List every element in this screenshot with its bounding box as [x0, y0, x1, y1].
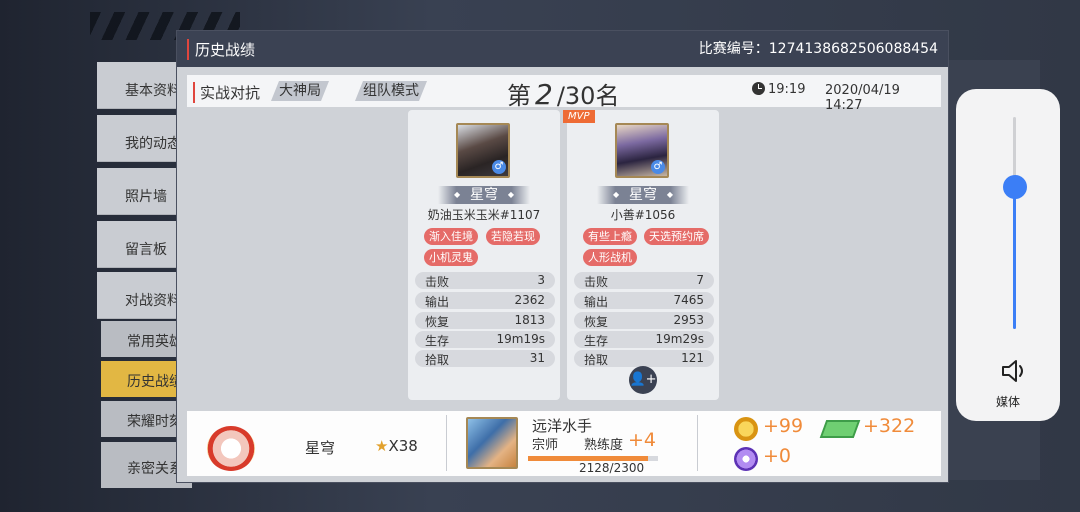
- proficiency-gain: +4: [628, 429, 657, 451]
- player-avatar[interactable]: ♂: [615, 123, 669, 178]
- dialog-header: 历史战绩 比赛编号：1274138682506088454: [177, 31, 948, 67]
- rank-prefix: 第: [507, 82, 531, 110]
- stat-row: 生存 19m29s: [574, 331, 714, 348]
- ticket-reward: +322: [863, 415, 916, 437]
- player-avatar[interactable]: ♂: [456, 123, 510, 178]
- stat-value: 7: [696, 273, 704, 287]
- gold-reward: +99: [763, 415, 804, 437]
- stat-value: 19m29s: [655, 332, 704, 346]
- mode-label: 实战对抗: [193, 82, 260, 103]
- stat-row: 恢复 2953: [574, 312, 714, 329]
- achievement-badge: 有些上瘾: [583, 228, 637, 245]
- stat-row: 输出 7465: [574, 292, 714, 309]
- orb-icon: [734, 447, 758, 471]
- rank-display: 第 2/30名: [507, 76, 619, 111]
- volume-slider-fill: [1013, 186, 1016, 329]
- stat-row: 输出 2362: [415, 292, 555, 309]
- stat-row: 击败 3: [415, 272, 555, 289]
- achievement-badge: 人形战机: [583, 249, 637, 266]
- player-name: 小善#1056: [610, 208, 676, 222]
- divider: [697, 415, 698, 471]
- hero-level: 宗师: [532, 438, 559, 453]
- stat-value: 3: [537, 273, 545, 287]
- match-id: 比赛编号：1274138682506088454: [698, 41, 938, 57]
- stat-value: 1813: [514, 313, 545, 327]
- stat-value: 121: [681, 351, 704, 365]
- volume-label: 媒体: [995, 395, 1020, 409]
- tag-master-match: 大神局: [271, 81, 329, 101]
- stat-key: 生存: [425, 334, 450, 348]
- stat-key: 输出: [425, 295, 450, 309]
- player-card-2[interactable]: ♂ 星穹 小善#1056 有些上瘾 天选预约席 人形战机 击败7 输出7465 …: [567, 110, 719, 400]
- duration-value: 19:19: [768, 82, 806, 97]
- divider: [446, 415, 447, 471]
- stat-row: 生存 19m19s: [415, 331, 555, 348]
- dialog-title: 历史战绩: [187, 39, 255, 60]
- stat-value: 2362: [514, 293, 545, 307]
- hero-portrait[interactable]: [466, 417, 518, 469]
- star-icon: ★: [375, 437, 389, 455]
- achievement-badge: 小机灵鬼: [424, 249, 478, 266]
- rank-title-badge: 星穹: [438, 186, 530, 204]
- male-icon: ♂: [651, 160, 665, 174]
- hero-name: 远洋水手: [532, 417, 593, 435]
- ticket-icon: [819, 420, 861, 438]
- stat-value: 19m19s: [496, 332, 545, 346]
- player-card-1[interactable]: ♂ 星穹 奶油玉米玉米#1107 渐入佳境 若隐若现 小机灵鬼 击败 3 输出 23…: [408, 110, 560, 400]
- add-friend-icon[interactable]: 👤+: [629, 366, 657, 394]
- reward-summary: 星穹 ★X38 远洋水手 宗师 熟练度 +4 2128/2300 +99 +32…: [187, 411, 941, 476]
- volume-slider-knob[interactable]: [1003, 174, 1027, 199]
- stat-value: 2953: [673, 313, 704, 327]
- star-count: ★X38: [375, 437, 418, 455]
- stat-key: 恢复: [425, 315, 450, 329]
- stat-key: 生存: [584, 334, 609, 348]
- gold-coin-icon: [734, 417, 758, 441]
- achievement-badge: 天选预约席: [644, 228, 709, 245]
- rank-emblem-icon: [207, 426, 255, 471]
- stat-key: 击败: [425, 275, 450, 289]
- stat-row: 拾取 31: [415, 350, 555, 367]
- proficiency-label: 熟练度: [584, 438, 624, 453]
- match-duration: 19:19: [752, 82, 805, 97]
- proficiency-count: 2128/2300: [579, 461, 645, 475]
- speaker-icon[interactable]: [1000, 359, 1030, 383]
- stat-row: 击败 7: [574, 272, 714, 289]
- rank-suffix: /30名: [556, 82, 620, 110]
- stat-key: 拾取: [425, 353, 450, 367]
- male-icon: ♂: [492, 160, 506, 174]
- match-datetime: 2020/04/19 14:27: [825, 83, 900, 113]
- star-count-value: X38: [388, 437, 418, 455]
- match-history-dialog: 历史战绩 比赛编号：1274138682506088454 实战对抗 大神局 组…: [176, 30, 949, 483]
- stat-key: 恢复: [584, 315, 609, 329]
- clock-icon: [752, 82, 765, 95]
- achievement-badge: 若隐若现: [486, 228, 540, 245]
- stat-key: 拾取: [584, 353, 609, 367]
- orb-reward: +0: [763, 445, 792, 467]
- achievement-badge: 渐入佳境: [424, 228, 478, 245]
- stat-row: 拾取 121: [574, 350, 714, 367]
- player-name: 奶油玉米玉米#1107: [427, 208, 541, 222]
- rank-title-badge: 星穹: [597, 186, 689, 204]
- stat-value: 31: [529, 351, 545, 365]
- tag-team-mode: 组队模式: [355, 81, 427, 101]
- stat-value: 7465: [673, 293, 704, 307]
- stat-row: 恢复 1813: [415, 312, 555, 329]
- mvp-badge: MVP: [563, 110, 595, 123]
- match-info-bar: 实战对抗 大神局 组队模式 第 2/30名 19:19 2020/04/19 14…: [187, 75, 941, 113]
- rank-number: 2: [535, 78, 553, 111]
- stat-key: 输出: [584, 295, 609, 309]
- volume-panel: 媒体: [956, 89, 1060, 421]
- stat-key: 击败: [584, 275, 609, 289]
- summary-rank: 星穹: [305, 439, 336, 457]
